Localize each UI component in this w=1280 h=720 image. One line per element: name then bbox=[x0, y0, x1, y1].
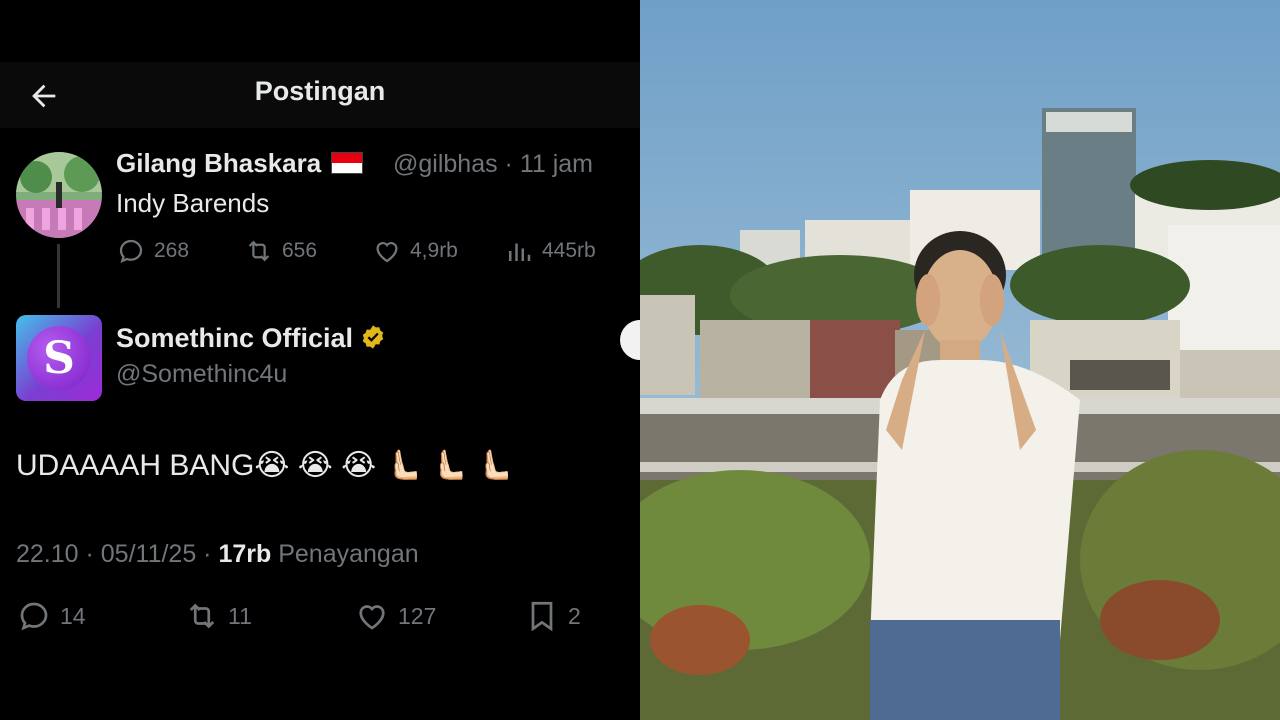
repost-icon bbox=[189, 603, 215, 629]
page-title: Postingan bbox=[254, 76, 386, 106]
avatar[interactable]: S bbox=[16, 315, 102, 401]
top-bar: Postingan bbox=[0, 62, 640, 128]
bookmark-button[interactable]: 2 bbox=[524, 598, 581, 634]
post-screenshot-panel: Postingan Gilang Bhaskara @gilbhas · 11 … bbox=[0, 0, 640, 720]
main-author-name[interactable]: Somethinc Official bbox=[116, 323, 387, 358]
parent-handle-time: @gilbhas · 11 jam bbox=[393, 150, 593, 178]
bookmark-icon bbox=[531, 601, 553, 632]
repost-icon bbox=[248, 240, 270, 262]
repost-button[interactable]: 11 bbox=[184, 598, 252, 634]
timestamp-text: 22.10 · 05/11/25 · bbox=[16, 540, 219, 568]
main-post-text: UDAAAAH BANG😭 😭 😭 🫷🏻 🫷🏻 🫷🏻 bbox=[16, 449, 514, 482]
bookmark-count: 2 bbox=[568, 602, 581, 629]
main-handle: @Somethinc4u bbox=[116, 360, 288, 388]
indonesia-flag-icon bbox=[331, 152, 364, 174]
author-name-text: Gilang Bhaskara bbox=[116, 148, 322, 178]
like-count: 4,9rb bbox=[410, 239, 458, 262]
verified-badge-icon bbox=[359, 323, 387, 358]
repost-button[interactable]: 656 bbox=[244, 236, 317, 266]
reply-icon bbox=[20, 602, 48, 631]
views-label: Penayangan bbox=[271, 540, 419, 568]
avatar[interactable] bbox=[16, 152, 102, 238]
main-action-bar: 14 11 127 2 bbox=[16, 598, 626, 640]
divider-handle[interactable] bbox=[620, 320, 640, 360]
repost-count: 11 bbox=[228, 602, 252, 629]
like-button[interactable]: 127 bbox=[354, 598, 436, 634]
reply-icon bbox=[119, 239, 143, 263]
views-count: 445rb bbox=[542, 239, 596, 262]
like-count: 127 bbox=[398, 602, 437, 629]
author-name-text: Somethinc Official bbox=[116, 323, 354, 353]
repost-count: 656 bbox=[282, 239, 318, 262]
like-icon bbox=[376, 242, 398, 263]
avatar-letter: S bbox=[27, 326, 91, 390]
views-button[interactable]: 445rb bbox=[504, 236, 596, 266]
reply-count: 268 bbox=[154, 239, 190, 262]
views-total: 17rb bbox=[218, 540, 272, 568]
photo bbox=[640, 0, 1280, 720]
parent-post-text: Indy Barends bbox=[116, 188, 270, 218]
parent-author-name[interactable]: Gilang Bhaskara bbox=[116, 148, 364, 179]
parent-action-bar: 268 656 4,9rb 445rb bbox=[116, 236, 616, 272]
post-timestamp: 22.10 · 05/11/25 · 17rb Penayangan bbox=[16, 540, 419, 569]
like-icon bbox=[359, 605, 385, 630]
like-button[interactable]: 4,9rb bbox=[372, 236, 458, 266]
reply-button[interactable]: 268 bbox=[116, 236, 189, 266]
reply-button[interactable]: 14 bbox=[16, 598, 86, 634]
thread-connector bbox=[57, 244, 60, 308]
views-icon bbox=[509, 243, 531, 261]
reply-count: 14 bbox=[60, 602, 86, 629]
